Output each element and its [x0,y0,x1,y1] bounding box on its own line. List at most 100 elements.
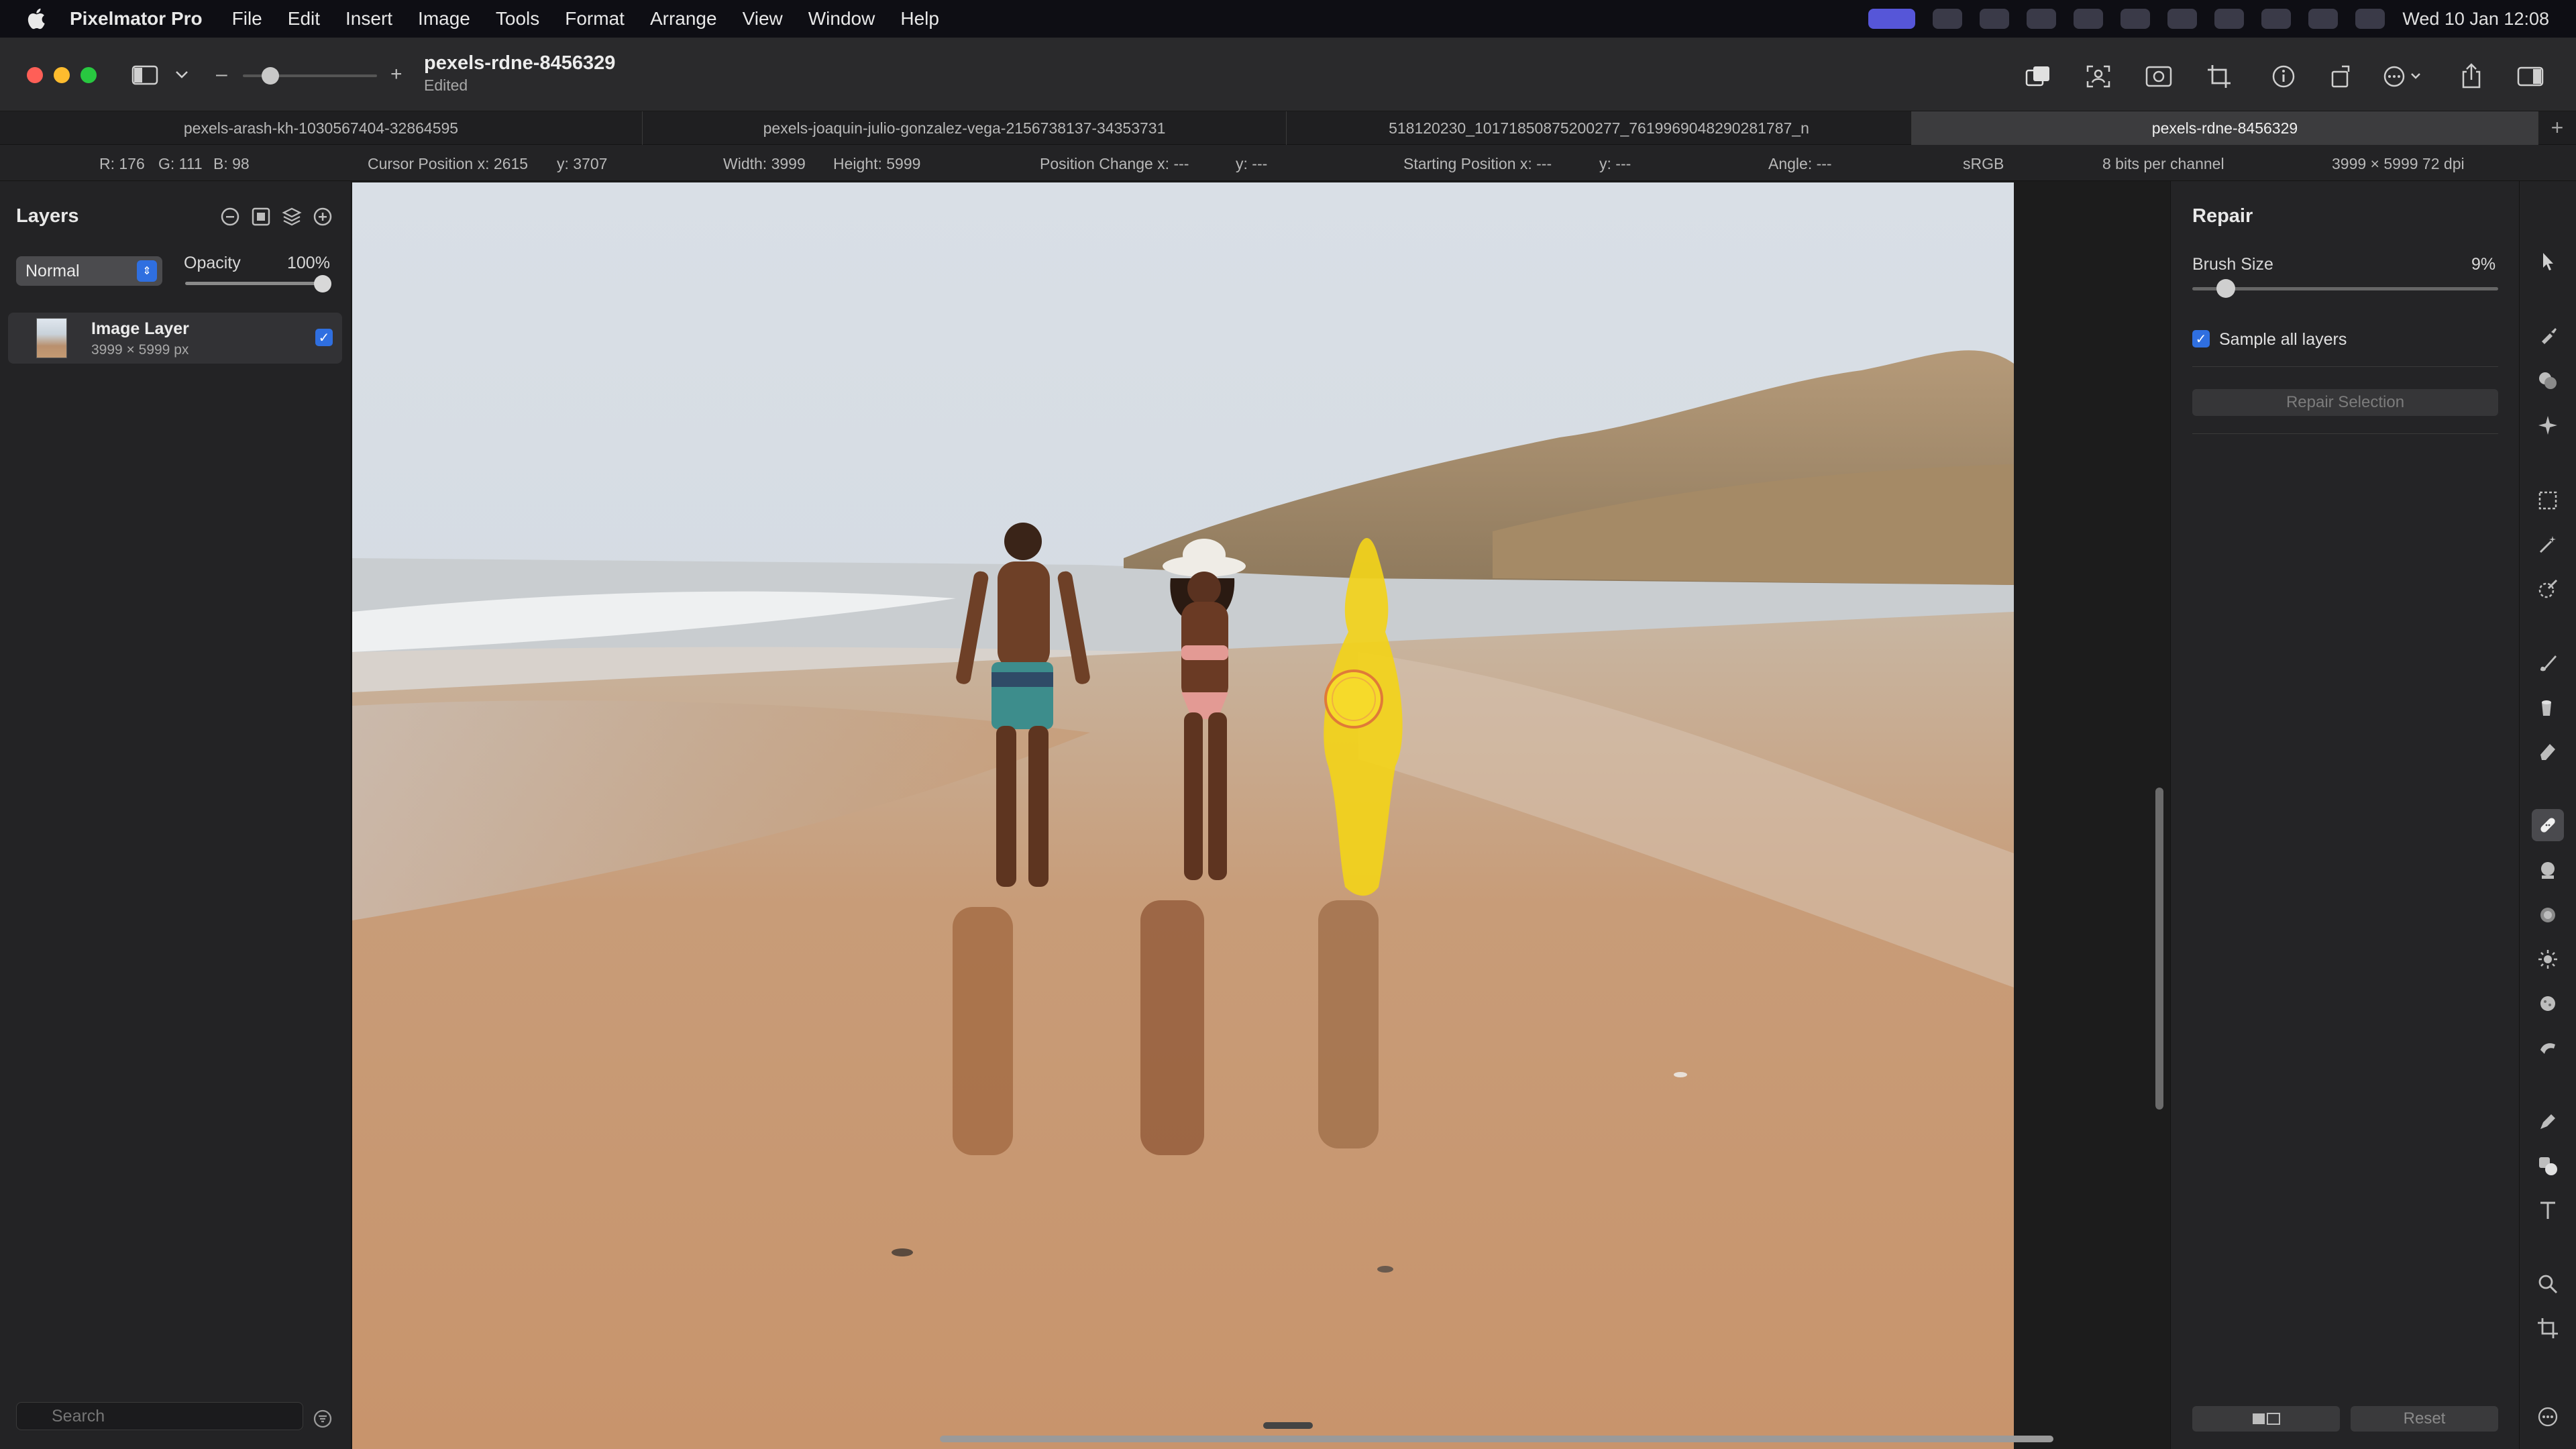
share-icon[interactable] [2455,60,2487,91]
rectangular-select-tool[interactable] [2532,484,2564,517]
canvas-image[interactable] [352,182,2014,1449]
menu-window[interactable]: Window [808,8,875,30]
arrange-icon[interactable] [2022,62,2054,91]
smart-selection-tool[interactable] [2532,529,2564,561]
canvas-area[interactable] [352,181,2170,1449]
crop-icon[interactable] [2203,62,2235,91]
fill-tool[interactable] [2532,691,2564,723]
minimize-window-button[interactable] [54,67,70,83]
wifi-icon[interactable] [2214,9,2245,29]
horizontal-scrollbar[interactable] [940,1436,2053,1442]
menu-app-name[interactable]: Pixelmator Pro [70,8,203,30]
layers-search-input[interactable] [16,1402,303,1430]
ml-select-icon[interactable] [2082,62,2114,91]
menu-help[interactable]: Help [900,8,939,30]
fullscreen-window-button[interactable] [80,67,97,83]
zoom-slider-knob[interactable] [262,67,279,85]
zoom-tool[interactable] [2532,1268,2564,1300]
compare-button[interactable] [2192,1406,2340,1432]
tab-document-active[interactable]: pexels-rdne-8456329 [1912,111,2538,145]
status-app-icon[interactable] [2121,9,2151,29]
clone-stamp-icon [2541,862,2555,879]
clone-tool[interactable] [2532,855,2564,887]
brush-size-slider-knob[interactable] [2216,279,2235,298]
quick-selection-tool[interactable] [2532,573,2564,605]
erase-tool[interactable] [2532,735,2564,767]
more-options-icon[interactable] [2380,62,2428,91]
color-adjust-tool[interactable] [2532,365,2564,397]
mask-icon[interactable] [251,207,271,227]
tab-document[interactable]: 518120230_10171850875200277_761996904829… [1287,111,1912,145]
sponge-tool[interactable] [2532,987,2564,1020]
paint-tool[interactable] [2532,647,2564,679]
type-tool[interactable] [2532,1194,2564,1226]
layer-styles-icon[interactable] [282,207,302,227]
crop-tool[interactable] [2532,1312,2564,1344]
status-app-icon[interactable] [1980,9,2010,29]
more-tools-button[interactable] [2532,1401,2564,1433]
menu-insert[interactable]: Insert [345,8,392,30]
tab-document[interactable]: pexels-arash-kh-1030567404-32864595 [0,111,643,145]
siri-icon[interactable] [2355,9,2385,29]
screen-record-icon[interactable] [1868,9,1916,29]
layer-visibility-checkbox[interactable]: ✓ [315,329,333,346]
color-space: sRGB [1963,155,2004,172]
menu-view[interactable]: View [743,8,783,30]
status-app-icon[interactable] [2027,9,2057,29]
status-app-icon[interactable] [1933,9,1963,29]
document-tabs: pexels-arash-kh-1030567404-32864595 pexe… [0,111,2576,145]
compare-icon [2253,1413,2280,1425]
cursor-position-x: Cursor Position x: 2615 [368,155,529,172]
new-tab-button[interactable]: + [2538,111,2576,144]
lighten-tool[interactable] [2532,943,2564,975]
brush-size-value[interactable]: 9% [2471,255,2496,274]
menu-file[interactable]: File [232,8,262,30]
menu-clock[interactable]: Wed 10 Jan 12:08 [2402,9,2549,30]
pixel-g-value: G: 111 [158,155,203,172]
opacity-value[interactable]: 100% [287,254,330,273]
arrange-tool[interactable] [2532,246,2564,278]
blend-mode-select[interactable]: Normal ⇕ [16,256,162,286]
add-layer-icon[interactable] [313,207,333,227]
remove-layer-icon[interactable] [220,207,240,227]
adjust-colors-icon[interactable] [2143,62,2175,91]
menu-format[interactable]: Format [565,8,625,30]
zoom-out-button[interactable]: – [216,63,227,86]
sidebar-toggle-icon[interactable] [130,62,160,89]
spotlight-icon[interactable] [2261,9,2292,29]
apple-icon[interactable] [25,7,50,31]
document-title: pexels-rdne-8456329 [424,52,616,74]
info-icon[interactable] [2267,62,2300,91]
effects-tool[interactable] [2532,409,2564,441]
canvas-page-indicator[interactable] [1263,1422,1313,1429]
sharpen-tool[interactable] [2532,899,2564,931]
chevron-down-icon[interactable] [172,64,192,85]
close-window-button[interactable] [27,67,43,83]
repair-selection-button[interactable]: Repair Selection [2192,389,2498,416]
inspector-toggle-icon[interactable] [2514,62,2546,91]
status-app-icon[interactable] [2074,9,2104,29]
menu-tools[interactable]: Tools [496,8,539,30]
vertical-scrollbar[interactable] [2155,788,2163,1110]
tab-document[interactable]: pexels-joaquin-julio-gonzalez-vega-21567… [643,111,1287,145]
bandage-icon [2540,818,2555,833]
rotate-icon[interactable] [2325,62,2357,91]
menu-image[interactable]: Image [418,8,470,30]
filter-icon[interactable] [313,1409,333,1429]
pen-tool[interactable] [2532,1106,2564,1138]
shapes-tool[interactable] [2532,1150,2564,1182]
reset-button[interactable]: Reset [2351,1406,2498,1432]
opacity-slider[interactable] [185,282,325,285]
menu-edit[interactable]: Edit [288,8,320,30]
opacity-slider-knob[interactable] [314,275,331,292]
menu-arrange[interactable]: Arrange [650,8,717,30]
control-center-icon[interactable] [2308,9,2339,29]
zoom-in-button[interactable]: + [390,63,402,86]
battery-icon[interactable] [2167,9,2198,29]
sample-all-layers-checkbox[interactable]: ✓ [2192,330,2210,347]
brush-size-slider[interactable] [2192,287,2498,290]
style-tool[interactable] [2532,319,2564,352]
warp-tool[interactable] [2532,1032,2564,1064]
repair-tool[interactable] [2532,809,2564,841]
chevron-updown-icon: ⇕ [137,260,157,282]
